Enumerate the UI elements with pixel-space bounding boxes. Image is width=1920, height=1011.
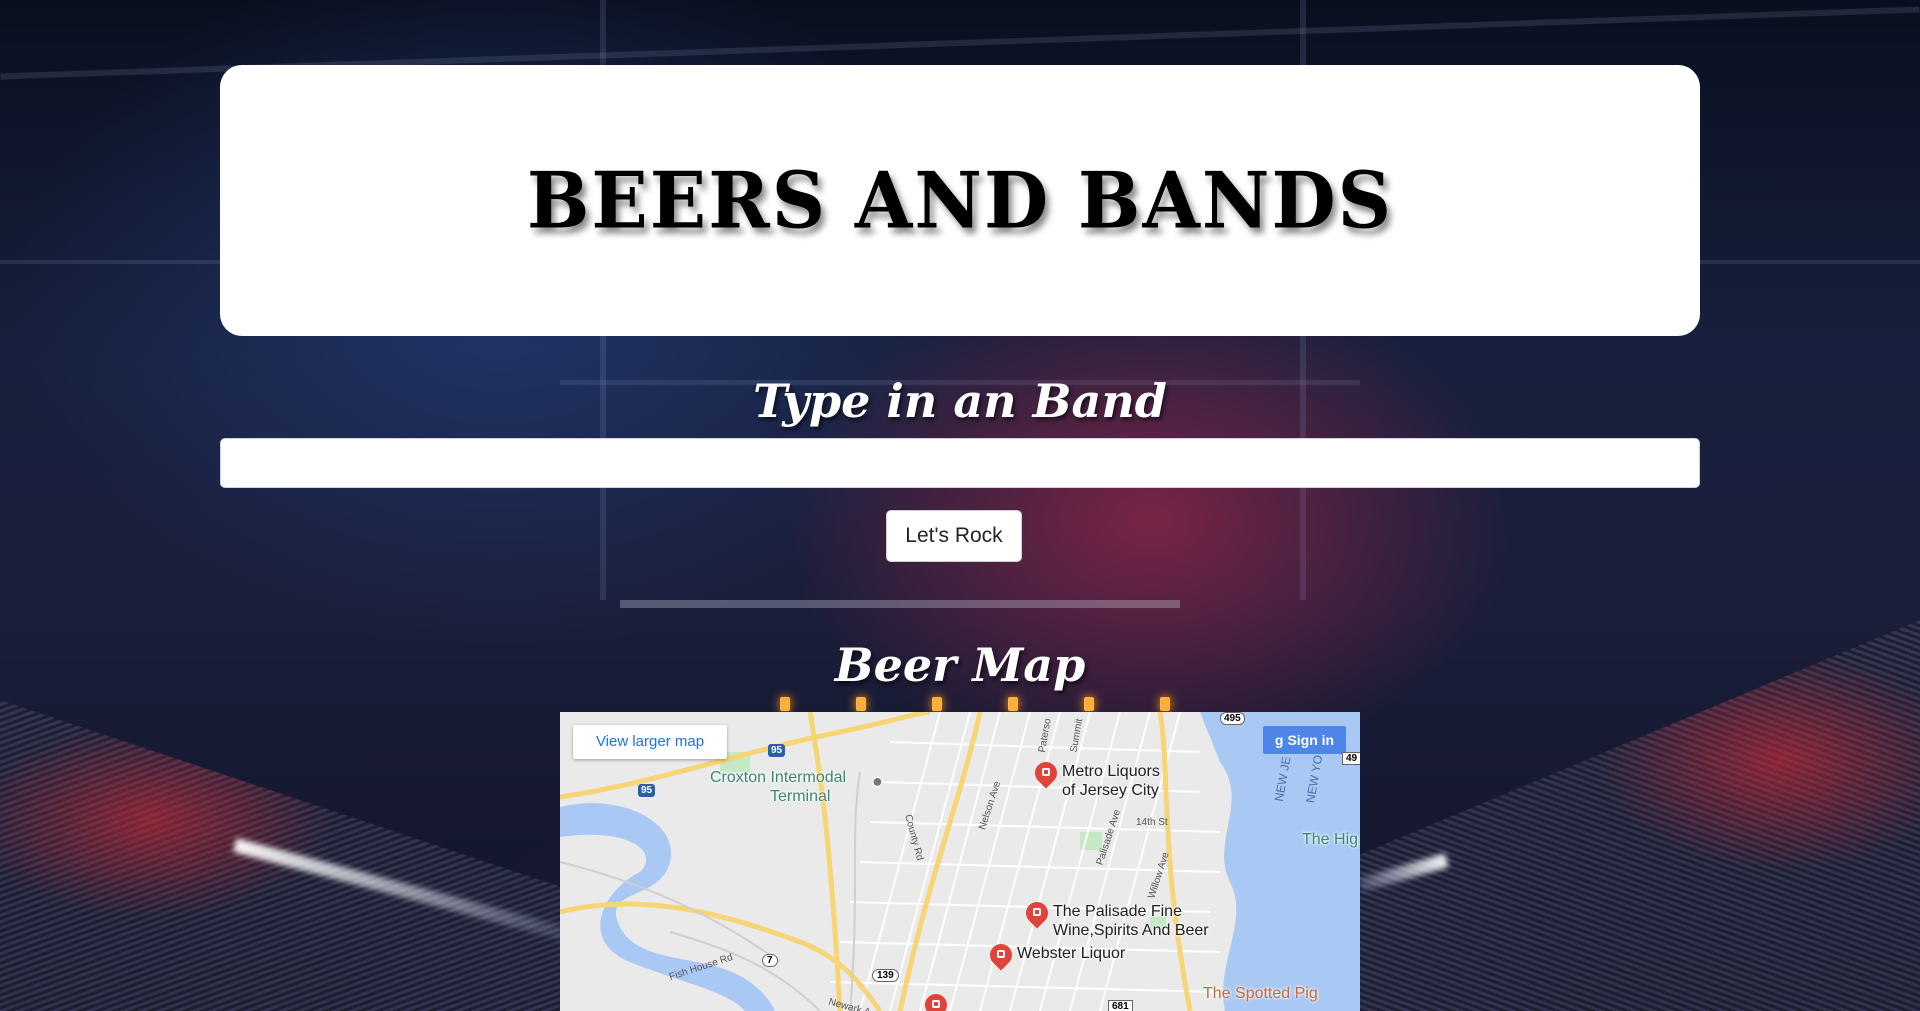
map-place-metro-liquors[interactable]: Metro Liquors of Jersey City xyxy=(1035,762,1160,800)
liquor-store-pin-icon xyxy=(990,944,1012,972)
header-card: BEERS AND BANDS xyxy=(220,65,1700,336)
transit-station-icon: ● xyxy=(872,771,883,791)
map-label-the-high-line: The Hig xyxy=(1302,831,1359,848)
lets-rock-button[interactable]: Let's Rock xyxy=(886,510,1022,562)
map-label-spotted-pig: The Spotted Pig xyxy=(1203,985,1318,1002)
route-495-shield-icon: 495 xyxy=(1220,712,1245,725)
place-label-line1: Webster Liquor xyxy=(1017,945,1126,962)
liquor-store-pin-icon xyxy=(925,994,947,1011)
sign-in-label: Sign in xyxy=(1287,732,1335,748)
interstate-95-shield-icon-2: 95 xyxy=(638,784,656,797)
route-7-shield-icon: 7 xyxy=(762,954,778,967)
route-shield-icon-right: 49 xyxy=(1342,752,1360,765)
place-label-line2: of Jersey City xyxy=(1062,782,1159,799)
stage-lights xyxy=(780,697,1170,711)
liquor-store-pin-icon xyxy=(1035,762,1057,790)
map-place-palisade-fine-wine[interactable]: The Palisade Fine Wine,Spirits And Beer xyxy=(1026,902,1209,940)
band-search-input[interactable] xyxy=(220,438,1700,488)
beer-map-heading: Beer Map xyxy=(834,638,1086,692)
site-title: BEERS AND BANDS xyxy=(526,155,1394,246)
map-label-croxton-line1: Croxton Intermodal xyxy=(710,769,847,786)
google-g-icon: g xyxy=(1274,732,1284,748)
map-place-webster-liquor[interactable]: Webster Liquor xyxy=(990,944,1125,972)
liquor-store-pin-icon xyxy=(1026,902,1048,930)
place-label-line2: Wine,Spirits And Beer xyxy=(1053,922,1209,939)
band-search-heading: Type in an Band xyxy=(753,374,1167,428)
map-place-pin-partial[interactable] xyxy=(925,994,952,1011)
google-sign-in-button[interactable]: g Sign in xyxy=(1263,726,1346,754)
road-label-14th-st: 14th St xyxy=(1136,817,1168,828)
place-label-line1: Metro Liquors xyxy=(1062,763,1160,780)
route-681-shield-icon: 681 xyxy=(1108,1000,1133,1011)
map-label-croxton-line2: Terminal xyxy=(770,788,831,805)
interstate-95-shield-icon: 95 xyxy=(768,744,786,757)
view-larger-map-link[interactable]: View larger map xyxy=(573,725,727,759)
beer-map-embed[interactable]: View larger map g Sign in Metro Liquors o… xyxy=(560,712,1360,1011)
route-139-shield-icon: 139 xyxy=(872,969,899,982)
place-label-line1: The Palisade Fine xyxy=(1053,903,1182,920)
map-label-croxton: Croxton Intermodal Terminal xyxy=(710,768,846,806)
